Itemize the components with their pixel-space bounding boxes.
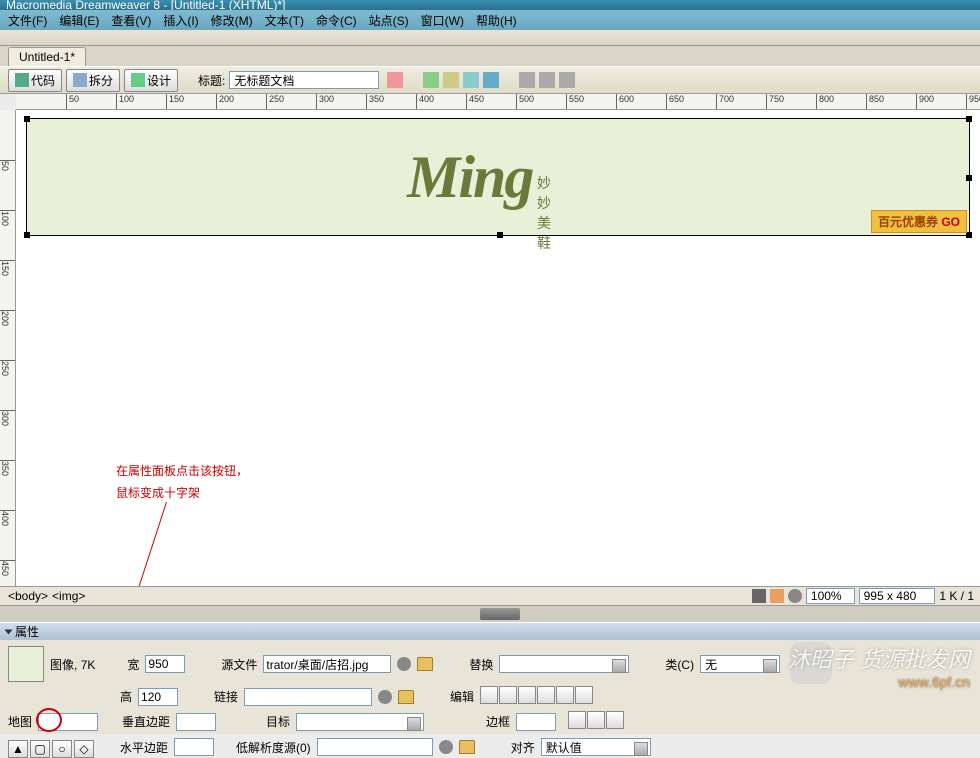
title-label: 标题: [198, 72, 225, 89]
file-size-label: 1 K / 1 [939, 589, 974, 603]
visual-aids-icon[interactable] [559, 72, 575, 88]
document-tab[interactable]: Untitled-1* [8, 47, 86, 66]
oval-hotspot-tool[interactable]: ○ [52, 740, 72, 758]
src-input[interactable] [263, 655, 391, 673]
design-canvas[interactable]: Ming 妙妙美鞋 百元优惠券 GO 在属性面板点击该按钮， 鼠标变成十字架 [16, 110, 980, 586]
src-label: 源文件 [221, 656, 257, 673]
target-select[interactable] [296, 713, 424, 731]
preview-icon[interactable] [463, 72, 479, 88]
page-title-input[interactable] [229, 71, 379, 89]
width-input[interactable] [145, 655, 185, 673]
edit-label: 编辑 [450, 688, 474, 705]
point-to-file-icon-3[interactable] [439, 740, 453, 754]
menubar: 文件(F) 编辑(E) 查看(V) 插入(I) 修改(M) 文本(T) 命令(C… [0, 10, 980, 30]
collapse-icon[interactable] [5, 629, 13, 634]
menu-site[interactable]: 站点(S) [365, 12, 413, 29]
map-label: 地图 [8, 713, 32, 730]
panel-splitter[interactable] [0, 606, 980, 622]
vspace-label: 垂直边距 [122, 713, 170, 730]
tag-selector-bar: <body><img> 100% 995 x 480 1 K / 1 [0, 586, 980, 606]
height-input[interactable] [138, 688, 178, 706]
view-options-icon[interactable] [539, 72, 555, 88]
point-to-file-icon[interactable] [397, 657, 411, 671]
width-label: 宽 [127, 656, 139, 673]
validate-icon[interactable] [423, 72, 439, 88]
browse-folder-icon-2[interactable] [398, 690, 414, 704]
browse-folder-icon-3[interactable] [459, 740, 475, 754]
annotation-text: 在属性面板点击该按钮， 鼠标变成十字架 [116, 460, 248, 504]
browse-folder-icon[interactable] [417, 657, 433, 671]
document-tabbar: Untitled-1* [0, 46, 980, 66]
ruler-vertical: 50 100 150 200 250 300 350 400 450 [0, 110, 16, 586]
view-code-button[interactable]: 代码 [8, 69, 62, 92]
hspace-input[interactable] [174, 738, 214, 756]
view-design-button[interactable]: 设计 [124, 69, 178, 92]
point-to-file-icon-2[interactable] [378, 690, 392, 704]
class-select[interactable]: 无 [700, 655, 780, 673]
window-size-select[interactable]: 995 x 480 [859, 588, 936, 604]
menu-help[interactable]: 帮助(H) [472, 12, 521, 29]
vspace-input[interactable] [176, 713, 216, 731]
zoom-tool-icon[interactable] [788, 589, 802, 603]
globe-icon[interactable] [483, 72, 499, 88]
alt-select[interactable] [499, 655, 629, 673]
map-name-input[interactable] [38, 713, 98, 731]
menu-insert[interactable]: 插入(I) [159, 12, 202, 29]
border-input[interactable] [516, 713, 556, 731]
border-label: 边框 [486, 713, 510, 730]
link-input[interactable] [244, 688, 372, 706]
image-type-label: 图像, 7K [50, 656, 95, 673]
menu-modify[interactable]: 修改(M) [207, 12, 257, 29]
insert-toolbar [0, 30, 980, 46]
lowsrc-label: 低解析度源(0) [236, 739, 311, 756]
banner-logo: Ming 妙妙美鞋 [407, 143, 532, 212]
watermark: 沐昭子 货源批发网 www.6pf.cn [788, 642, 970, 690]
ruler-horizontal: 50 100 150 200 250 300 350 400 450 500 5… [16, 94, 980, 110]
properties-panel-header[interactable]: 属性 [0, 622, 980, 640]
menu-window[interactable]: 窗口(W) [417, 12, 468, 29]
alt-label: 替换 [469, 656, 493, 673]
menu-edit[interactable]: 编辑(E) [55, 12, 103, 29]
zoom-select[interactable]: 100% [806, 588, 855, 604]
document-toolbar: 代码 拆分 设计 标题: [0, 66, 980, 94]
align-label: 对齐 [511, 739, 535, 756]
edit-image-buttons[interactable] [480, 686, 594, 707]
refresh-icon[interactable] [519, 72, 535, 88]
select-tool-icon[interactable] [752, 589, 766, 603]
menu-file[interactable]: 文件(F) [4, 12, 51, 29]
target-label: 目标 [266, 713, 290, 730]
lowsrc-input[interactable] [317, 738, 433, 756]
poly-hotspot-tool[interactable]: ◇ [74, 740, 94, 758]
tag-body[interactable]: <body> [6, 589, 50, 603]
menu-view[interactable]: 查看(V) [107, 12, 155, 29]
view-split-button[interactable]: 拆分 [66, 69, 120, 92]
hspace-label: 水平边距 [120, 739, 168, 756]
hand-tool-icon[interactable] [770, 589, 784, 603]
tag-img[interactable]: <img> [50, 589, 87, 603]
menu-text[interactable]: 文本(T) [261, 12, 308, 29]
class-label: 类(C) [665, 656, 694, 673]
selected-image[interactable]: Ming 妙妙美鞋 百元优惠券 GO [26, 118, 970, 236]
link-label: 链接 [214, 688, 238, 705]
no-browser-check-icon[interactable] [387, 72, 403, 88]
image-thumbnail [8, 646, 44, 682]
rect-hotspot-tool[interactable]: ▢ [30, 740, 50, 758]
pointer-hotspot-tool[interactable]: ▲ [8, 740, 28, 758]
window-titlebar: Macromedia Dreamweaver 8 - [Untitled-1 (… [0, 0, 980, 10]
align-select[interactable]: 默认值 [541, 738, 651, 756]
align-buttons[interactable] [568, 711, 625, 732]
menu-commands[interactable]: 命令(C) [312, 12, 361, 29]
height-label: 高 [120, 688, 132, 705]
annotation-line [98, 502, 167, 586]
coupon-badge: 百元优惠券 GO [871, 210, 967, 233]
file-mgmt-icon[interactable] [443, 72, 459, 88]
